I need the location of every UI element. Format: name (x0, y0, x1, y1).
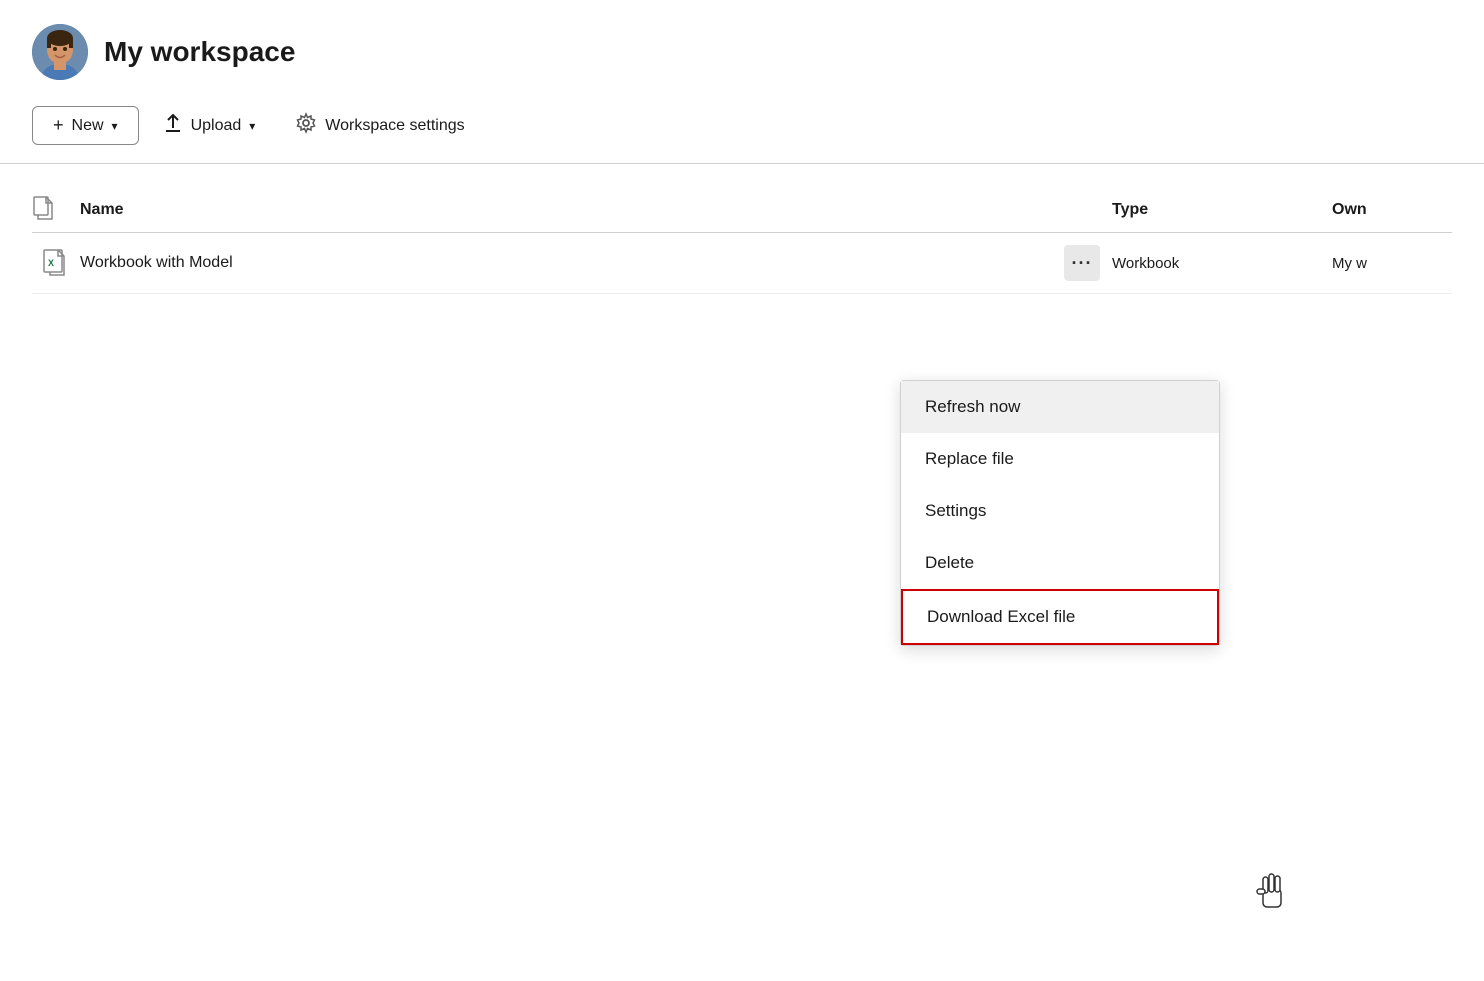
table-area: Name Type Own X Workbook with Model ··· … (0, 164, 1484, 318)
row-actions: ··· (1052, 245, 1112, 281)
upload-icon (163, 113, 183, 138)
header-name: Name (80, 201, 1112, 219)
context-menu: Refresh now Replace file Settings Delete… (900, 380, 1220, 646)
header-type: Type (1112, 201, 1332, 219)
header-owner: Own (1332, 201, 1452, 219)
svg-text:X: X (48, 258, 54, 268)
upload-label: Upload (191, 117, 242, 135)
file-icon: X (32, 249, 80, 277)
context-menu-refresh[interactable]: Refresh now (901, 381, 1219, 433)
chevron-down-icon: ▾ (112, 119, 118, 133)
row-name: Workbook with Model (80, 254, 1052, 272)
toolbar: + New ▾ Upload ▾ (32, 104, 1452, 163)
row-type: Workbook (1112, 255, 1332, 272)
header-top: My workspace (32, 24, 1452, 80)
row-owner: My w (1332, 255, 1452, 272)
upload-chevron-icon: ▾ (249, 119, 255, 133)
context-menu-settings[interactable]: Settings (901, 485, 1219, 537)
context-menu-delete[interactable]: Delete (901, 537, 1219, 589)
avatar (32, 24, 88, 80)
upload-button[interactable]: Upload ▾ (147, 105, 272, 146)
table-row: X Workbook with Model ··· Workbook My w (32, 233, 1452, 294)
workspace-settings-button[interactable]: Workspace settings (279, 104, 480, 147)
context-menu-replace[interactable]: Replace file (901, 433, 1219, 485)
page-container: My workspace + New ▾ Upload ▾ (0, 0, 1484, 981)
new-label: New (72, 117, 104, 135)
table-header: Name Type Own (32, 188, 1452, 233)
workspace-title: My workspace (104, 36, 295, 68)
new-button[interactable]: + New ▾ (32, 106, 139, 145)
plus-icon: + (53, 115, 64, 136)
more-options-button[interactable]: ··· (1064, 245, 1100, 281)
gear-icon (295, 112, 317, 139)
cursor (1255, 869, 1287, 909)
header: My workspace + New ▾ Upload ▾ (0, 0, 1484, 163)
workspace-settings-label: Workspace settings (325, 117, 464, 135)
header-icon-col (32, 196, 80, 224)
context-menu-download-excel[interactable]: Download Excel file (901, 589, 1219, 645)
